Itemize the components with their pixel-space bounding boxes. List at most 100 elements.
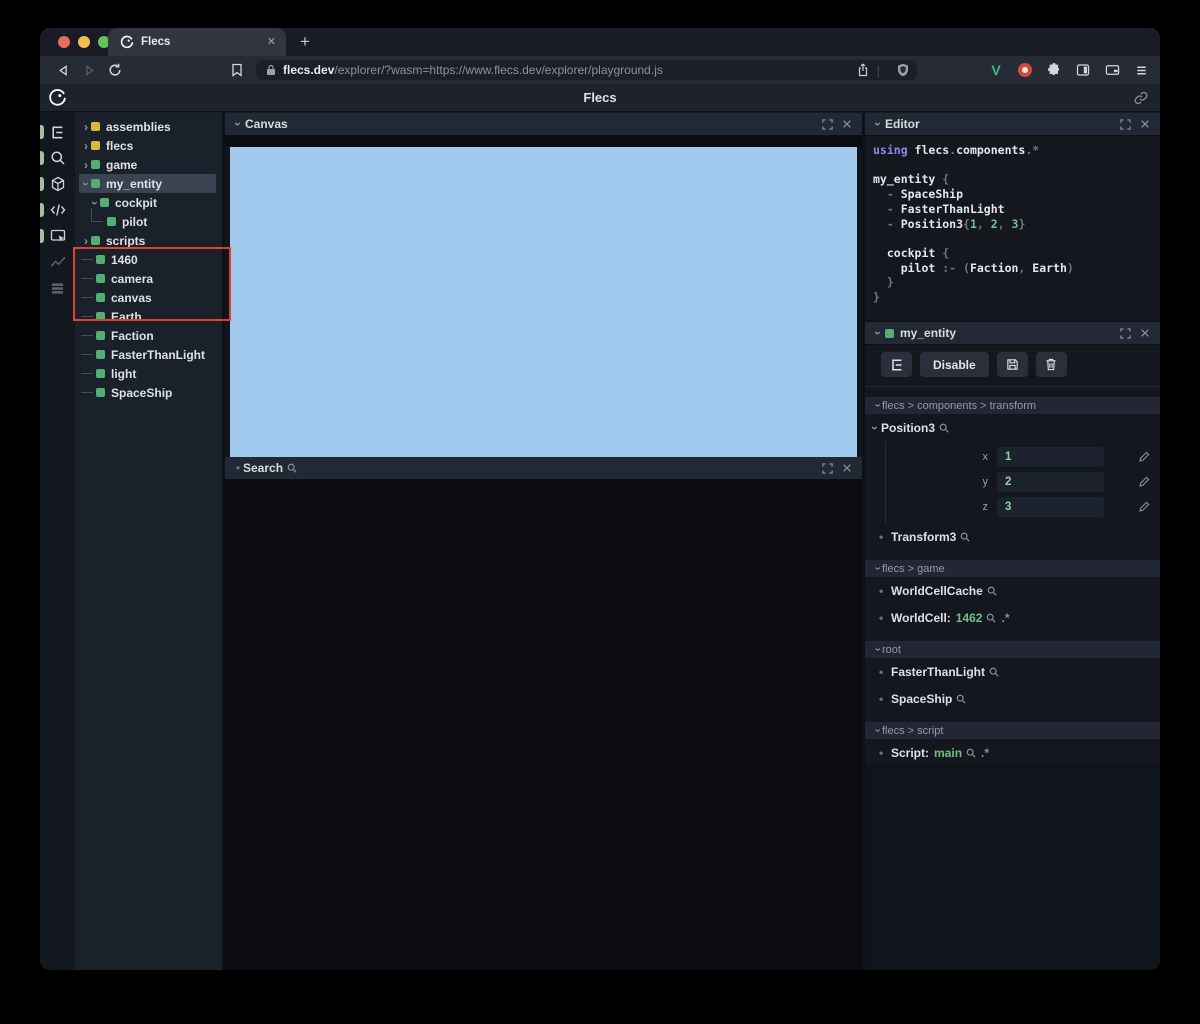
chevron-right-icon[interactable]: › [81, 121, 91, 133]
component-row-WorldCellCache[interactable]: • WorldCellCache [865, 577, 1160, 604]
tree-item-label: assemblies [106, 119, 171, 134]
chevron-right-icon[interactable]: › [81, 140, 91, 152]
save-button[interactable] [996, 352, 1028, 377]
query-magnifier-icon[interactable] [966, 748, 976, 758]
tree-item-assemblies[interactable]: › assemblies [79, 117, 216, 136]
active-pill [40, 125, 44, 139]
wallet-icon[interactable] [1103, 61, 1121, 79]
tree-item-my_entity[interactable]: › my_entity [79, 174, 216, 193]
field-input-y[interactable]: 2 [997, 471, 1104, 492]
component-row-Script[interactable]: • Script: main .* [865, 739, 1160, 763]
tree-item-flecs[interactable]: › flecs [79, 136, 216, 155]
chevron-down-icon[interactable]: › [88, 198, 102, 208]
wildcard-suffix: .* [981, 745, 990, 760]
new-tab-button[interactable]: + [294, 31, 316, 53]
tree-item-light[interactable]: light [79, 364, 216, 383]
tab-bar: Flecs ✕ + [40, 28, 1160, 56]
field-row-z: z3 [886, 494, 1160, 519]
back-icon[interactable] [52, 59, 74, 81]
tree-item-SpaceShip[interactable]: SpaceShip [79, 383, 216, 402]
brave-shield-icon[interactable] [897, 63, 909, 77]
chevron-down-icon[interactable]: › [872, 401, 884, 411]
sidebar-chart-icon[interactable] [40, 249, 75, 275]
minimize-window-button[interactable] [78, 36, 90, 48]
tab-close-icon[interactable]: ✕ [267, 36, 276, 48]
component-name: SpaceShip [891, 691, 953, 706]
section-header[interactable]: › flecs > game [865, 560, 1160, 577]
render-canvas[interactable] [230, 147, 857, 467]
lock-icon [266, 64, 276, 76]
expand-icon[interactable] [1120, 327, 1131, 339]
component-row-SpaceShip[interactable]: • SpaceShip [865, 685, 1160, 712]
menu-icon[interactable] [1132, 61, 1150, 79]
tree-item-Faction[interactable]: Faction [79, 326, 216, 345]
chevron-down-icon[interactable]: › [871, 119, 885, 129]
component-row-Position3[interactable]: › Position3 [865, 414, 1160, 441]
close-icon[interactable] [1140, 328, 1150, 338]
query-magnifier-icon[interactable] [956, 694, 966, 704]
sidebar-code-icon[interactable] [40, 197, 75, 223]
sidebar-outline-tree-icon[interactable] [40, 119, 75, 145]
query-magnifier-icon[interactable] [989, 667, 999, 677]
chevron-down-icon[interactable]: › [868, 422, 882, 434]
query-magnifier-icon[interactable] [986, 613, 997, 623]
bookmark-icon[interactable] [226, 59, 248, 81]
close-icon[interactable] [1140, 119, 1150, 129]
vue-devtools-icon[interactable]: V [987, 61, 1005, 79]
component-row-Transform3[interactable]: • Transform3 [865, 523, 1160, 550]
expand-icon[interactable] [1120, 118, 1131, 130]
disable-button[interactable]: Disable [920, 352, 989, 377]
tree-view-button[interactable] [881, 352, 912, 377]
close-icon[interactable] [842, 463, 852, 473]
section-header[interactable]: › root [865, 641, 1160, 658]
forward-icon[interactable] [78, 59, 100, 81]
edit-pencil-icon[interactable] [1138, 451, 1150, 463]
field-input-z[interactable]: 3 [997, 496, 1104, 517]
tree-connector [81, 392, 93, 393]
close-icon[interactable] [842, 119, 852, 129]
chevron-right-icon[interactable]: › [81, 159, 91, 171]
close-window-button[interactable] [58, 36, 70, 48]
query-magnifier-icon[interactable] [960, 532, 970, 542]
chevron-down-icon[interactable]: › [872, 645, 884, 655]
extensions-puzzle-icon[interactable] [1045, 61, 1063, 79]
chevron-right-icon[interactable]: › [81, 235, 91, 247]
edit-pencil-icon[interactable] [1138, 501, 1150, 513]
edit-pencil-icon[interactable] [1138, 476, 1150, 488]
sidebar-screen-pointer-icon[interactable] [40, 223, 75, 249]
share-link-icon[interactable] [1134, 91, 1148, 110]
extension-red-icon[interactable] [1016, 61, 1034, 79]
chevron-down-icon[interactable]: › [79, 179, 93, 189]
editor-code[interactable]: using flecs.components.* my_entity { - S… [865, 136, 1160, 320]
sidebar-cube-icon[interactable] [40, 171, 75, 197]
chevron-down-icon[interactable]: › [872, 564, 884, 574]
tree-item-label: Faction [111, 328, 154, 343]
share-icon[interactable] [857, 63, 869, 77]
url-bar[interactable]: flecs.dev /explorer/?wasm=https://www.fl… [256, 60, 917, 80]
chevron-down-icon[interactable]: › [872, 726, 884, 736]
field-input-x[interactable]: 1 [997, 446, 1104, 467]
sidebar-rows-icon[interactable] [40, 275, 75, 301]
sidebar-search-icon[interactable] [40, 145, 75, 171]
section-path: root [882, 643, 901, 656]
expand-icon[interactable] [822, 118, 833, 130]
chevron-down-icon[interactable]: › [871, 328, 885, 338]
reload-icon[interactable] [104, 59, 126, 81]
component-name: WorldCellCache [891, 583, 983, 598]
expand-icon[interactable] [822, 462, 833, 474]
tree-item-pilot[interactable]: pilot [79, 207, 216, 231]
section-header[interactable]: › flecs > script [865, 722, 1160, 739]
tree-item-game[interactable]: › game [79, 155, 216, 174]
browser-tab[interactable]: Flecs ✕ [108, 28, 286, 56]
entity-color-square [91, 141, 100, 150]
query-magnifier-icon[interactable] [939, 423, 949, 433]
flecs-logo-icon[interactable] [48, 88, 67, 112]
side-panel-icon[interactable] [1074, 61, 1092, 79]
tree-item-FasterThanLight[interactable]: FasterThanLight [79, 345, 216, 364]
component-row-WorldCell[interactable]: • WorldCell: 1462 .* [865, 604, 1160, 631]
delete-button[interactable] [1035, 352, 1067, 377]
section-header[interactable]: › flecs > components > transform [865, 397, 1160, 414]
chevron-down-icon[interactable]: › [231, 119, 245, 129]
component-row-FasterThanLight[interactable]: • FasterThanLight [865, 658, 1160, 685]
query-magnifier-icon[interactable] [987, 586, 997, 596]
